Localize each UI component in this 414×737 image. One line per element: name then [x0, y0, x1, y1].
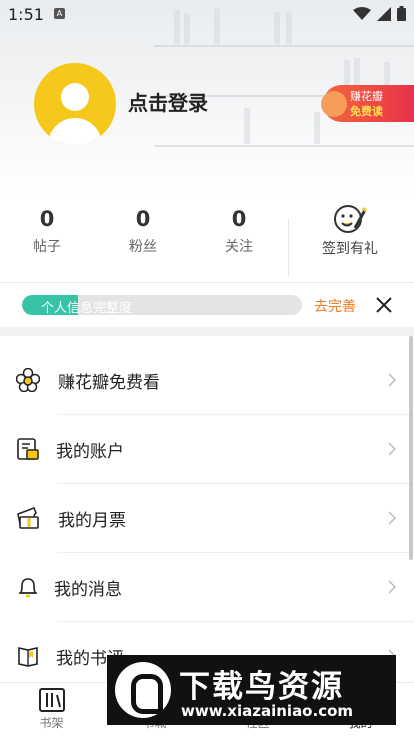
- app-notification-icon: A: [54, 8, 65, 19]
- watermark-url: www.xiazainiao.com: [181, 702, 354, 720]
- sign-in-face-icon: [334, 205, 367, 233]
- stats-divider: [288, 218, 289, 276]
- menu-item-label: 我的月票: [58, 511, 126, 531]
- close-icon[interactable]: [374, 295, 394, 315]
- review-icon: [18, 647, 38, 667]
- avatar-head-shape: [61, 83, 89, 111]
- menu-item-monthly-ticket[interactable]: 我的月票: [0, 484, 414, 553]
- complete-profile-link[interactable]: 去完善: [314, 296, 356, 316]
- menu-item-label: 我的账户: [56, 442, 124, 462]
- sign-in-gift-button[interactable]: 签到有礼: [314, 200, 386, 258]
- profile-completion-row: 个人信息完整度 去完善: [0, 283, 414, 327]
- menu-item-label: 赚花瓣免费看: [58, 373, 160, 393]
- stat-fans-label: 粉丝: [129, 239, 157, 255]
- profile-completion-label: 个人信息完整度: [41, 301, 133, 315]
- menu-item-earn-petals[interactable]: 赚花瓣免费看: [0, 346, 414, 415]
- earn-petals-badge[interactable]: 赚花瓣 免费读: [321, 85, 414, 122]
- stat-following-value: 0: [231, 207, 247, 231]
- scrollbar-thumb[interactable]: [409, 336, 413, 560]
- stat-fans[interactable]: 0 粉丝: [103, 200, 183, 256]
- earn-badge-line2: 免费读: [350, 105, 383, 118]
- watermark-title: 下载鸟资源: [179, 669, 344, 705]
- flower-icon: [16, 368, 40, 392]
- ticket-icon: [17, 507, 39, 529]
- stats-row: 0 帖子 0 粉丝 0 关注 签到有礼: [0, 200, 414, 280]
- stat-posts[interactable]: 0 帖子: [7, 200, 87, 256]
- avatar-body-shape: [48, 118, 102, 145]
- profile-completion-bar: 个人信息完整度: [22, 295, 302, 315]
- menu-item-account[interactable]: 我的账户: [0, 415, 414, 484]
- login-link[interactable]: 点击登录: [128, 87, 208, 116]
- avatar[interactable]: [34, 63, 116, 145]
- tab-bookshelf[interactable]: 书架: [0, 683, 103, 737]
- wallet-icon: [17, 438, 39, 460]
- stat-posts-label: 帖子: [33, 239, 61, 255]
- watermark-bird-logo: [115, 662, 171, 718]
- stat-fans-value: 0: [135, 207, 151, 231]
- watermark-overlay: 下载鸟资源 www.xiazainiao.com: [107, 655, 396, 725]
- status-time: 1:51: [8, 5, 44, 24]
- chevron-right-icon: [388, 580, 396, 594]
- stat-following[interactable]: 0 关注: [199, 200, 279, 256]
- petal-flower-icon: [321, 91, 347, 117]
- bell-icon: [19, 578, 37, 598]
- stat-following-label: 关注: [225, 239, 253, 255]
- stat-posts-value: 0: [39, 207, 55, 231]
- status-bar: 1:51 A: [0, 0, 414, 30]
- sign-in-label: 签到有礼: [322, 241, 378, 257]
- wifi-icon: [353, 6, 371, 20]
- earn-badge-line1: 赚花瓣: [350, 90, 383, 103]
- bookshelf-icon: [38, 688, 65, 712]
- battery-icon: [397, 6, 406, 21]
- chevron-right-icon: [388, 511, 396, 525]
- chevron-right-icon: [388, 442, 396, 456]
- section-gap: [0, 327, 414, 336]
- menu-item-messages[interactable]: 我的消息: [0, 553, 414, 622]
- chevron-right-icon: [388, 373, 396, 387]
- signal-icon: [377, 6, 391, 21]
- menu-item-label: 我的消息: [54, 580, 122, 600]
- tab-label: 书架: [39, 716, 64, 730]
